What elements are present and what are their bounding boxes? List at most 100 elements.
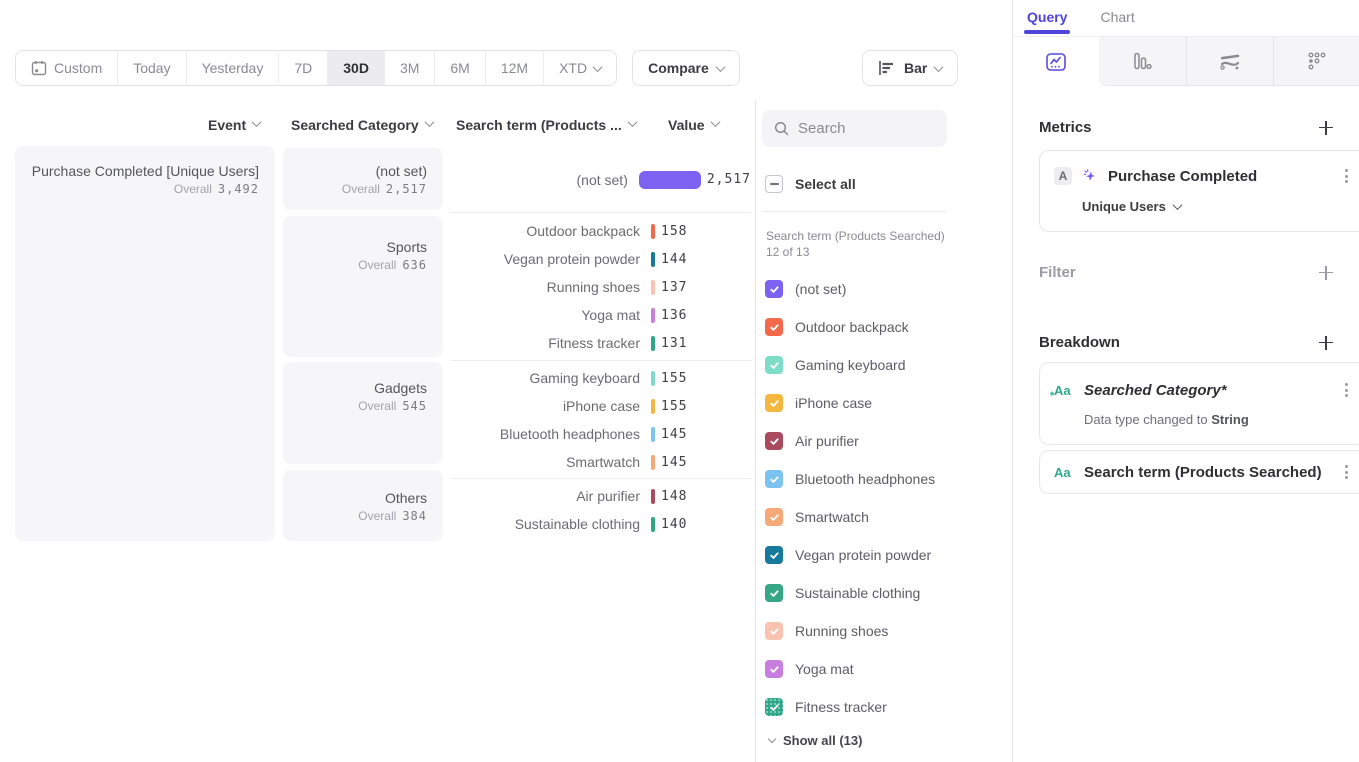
term-row[interactable]: iPhone case155 [451,392,751,420]
add-breakdown-button[interactable] [1319,336,1333,350]
checkbox-checked[interactable] [765,508,783,526]
filter-item-bluetooth-headphones[interactable]: Bluetooth headphones [765,460,935,498]
date-range-30d-selected[interactable]: 30D [328,51,385,85]
event-cell[interactable]: Purchase Completed [Unique Users] Overal… [15,146,275,541]
filter-item-yoga-mat[interactable]: Yoga mat [765,650,935,688]
date-range-12m[interactable]: 12M [486,51,544,85]
tab-retention[interactable] [1273,37,1359,86]
category-cell-sports[interactable]: Sports Overall636 [283,216,443,357]
column-header-searched-category[interactable]: Searched Category [291,117,433,133]
metric-series-badge: A [1054,167,1072,185]
event-title: Purchase Completed [Unique Users] [15,162,259,180]
metrics-heading: Metrics [1039,119,1092,136]
checkbox-checked[interactable] [765,698,783,716]
search-input[interactable] [798,120,928,137]
column-header-value[interactable]: Value [668,117,719,133]
event-overall: Overall3,492 [15,182,259,196]
column-header-event[interactable]: Event [208,117,260,133]
value-bar [651,371,655,386]
term-row[interactable]: Yoga mat136 [451,301,751,329]
value-bar [651,455,655,470]
metric-aggregation-dropdown[interactable]: Unique Users [1082,199,1181,214]
category-cell-gadgets[interactable]: Gadgets Overall545 [283,362,443,464]
term-row[interactable]: Smartwatch145 [451,448,751,476]
term-row[interactable]: Sustainable clothing140 [451,510,751,538]
term-row[interactable]: (not set) 2,517 [451,148,751,211]
checkbox-checked[interactable] [765,470,783,488]
date-range-yesterday[interactable]: Yesterday [187,51,280,85]
filter-search[interactable] [762,110,947,147]
checkbox-checked[interactable] [765,546,783,564]
funnels-icon [1131,51,1153,71]
term-row[interactable]: Bluetooth headphones145 [451,420,751,448]
tab-flows[interactable] [1186,37,1273,86]
filter-item-fitness-tracker[interactable]: Fitness tracker [765,688,935,726]
checkbox-checked[interactable] [765,584,783,602]
select-all-checkbox-indeterminate[interactable] [765,175,783,193]
chart-type-button[interactable]: Bar [862,50,958,86]
filter-item-vegan-protein-powder[interactable]: Vegan protein powder [765,536,935,574]
select-all-row[interactable]: Select all [765,175,856,193]
checkbox-checked[interactable] [765,394,783,412]
filter-item-outdoor-backpack[interactable]: Outdoor backpack [765,308,935,346]
checkbox-checked[interactable] [765,318,783,336]
value-bar [651,336,655,351]
date-range-custom[interactable]: Custom [16,51,118,85]
tab-query[interactable]: Query [1027,9,1067,34]
retention-icon [1306,51,1328,71]
term-row[interactable]: Fitness tracker131 [451,329,751,357]
date-range-6m[interactable]: 6M [435,51,485,85]
date-range-3m[interactable]: 3M [385,51,435,85]
insights-chart-icon [1045,52,1067,72]
calendar-icon [31,60,47,76]
term-row[interactable]: Outdoor backpack158 [451,217,751,245]
check-icon [769,284,780,295]
add-filter-button[interactable] [1319,266,1333,280]
term-row[interactable]: Air purifier148 [451,482,751,510]
date-range-xtd[interactable]: XTD [544,51,616,85]
term-row[interactable]: Gaming keyboard155 [451,364,751,392]
filter-item-smartwatch[interactable]: Smartwatch [765,498,935,536]
column-header-search-term[interactable]: Search term (Products ... [456,117,636,133]
tab-funnels[interactable] [1099,37,1185,86]
breakdown-card-searched-category[interactable]: Aa* Searched Category* Data type changed… [1039,362,1359,445]
term-row[interactable]: Vegan protein powder144 [451,245,751,273]
breakdown-heading: Breakdown [1039,334,1120,351]
filter-item-iphone-case[interactable]: iPhone case [765,384,935,422]
show-all-toggle[interactable]: Show all (13) [769,733,862,748]
chevron-down-icon [252,117,262,127]
check-icon [769,550,780,561]
breakdown-property-name: Search term (Products Searched) [1084,464,1331,481]
tab-chart[interactable]: Chart [1100,9,1134,34]
category-cell-not-set[interactable]: (not set) Overall2,517 [283,148,443,210]
date-range-7d[interactable]: 7D [279,51,328,85]
query-sidebar: Query Chart Metrics A [1012,0,1359,762]
term-row[interactable]: Running shoes137 [451,273,751,301]
add-metric-button[interactable] [1319,121,1333,135]
check-icon [769,474,780,485]
value-bar [651,280,655,295]
date-range-today[interactable]: Today [118,51,186,85]
checkbox-checked[interactable] [765,660,783,678]
value-bar [639,171,701,189]
breakdown-card-search-term[interactable]: Aa Search term (Products Searched) [1039,450,1359,494]
checkbox-checked[interactable] [765,622,783,640]
kebab-menu-icon[interactable] [1341,165,1352,187]
metric-card[interactable]: A Purchase Completed Unique Users [1039,150,1359,232]
filter-heading: Filter [1039,264,1076,281]
chevron-down-icon [768,735,776,743]
compare-button[interactable]: Compare [632,50,740,86]
kebab-menu-icon[interactable] [1341,461,1352,483]
filter-item-not-set[interactable]: (not set) [765,270,935,308]
tab-insights-active[interactable] [1013,37,1099,86]
category-cell-others[interactable]: Others Overall384 [283,470,443,541]
filter-item-gaming-keyboard[interactable]: Gaming keyboard [765,346,935,384]
checkbox-checked[interactable] [765,432,783,450]
checkbox-checked[interactable] [765,280,783,298]
filter-item-sustainable-clothing[interactable]: Sustainable clothing [765,574,935,612]
filter-item-air-purifier[interactable]: Air purifier [765,422,935,460]
kebab-menu-icon[interactable] [1341,379,1352,401]
filter-item-running-shoes[interactable]: Running shoes [765,612,935,650]
check-icon [769,626,780,637]
checkbox-checked[interactable] [765,356,783,374]
